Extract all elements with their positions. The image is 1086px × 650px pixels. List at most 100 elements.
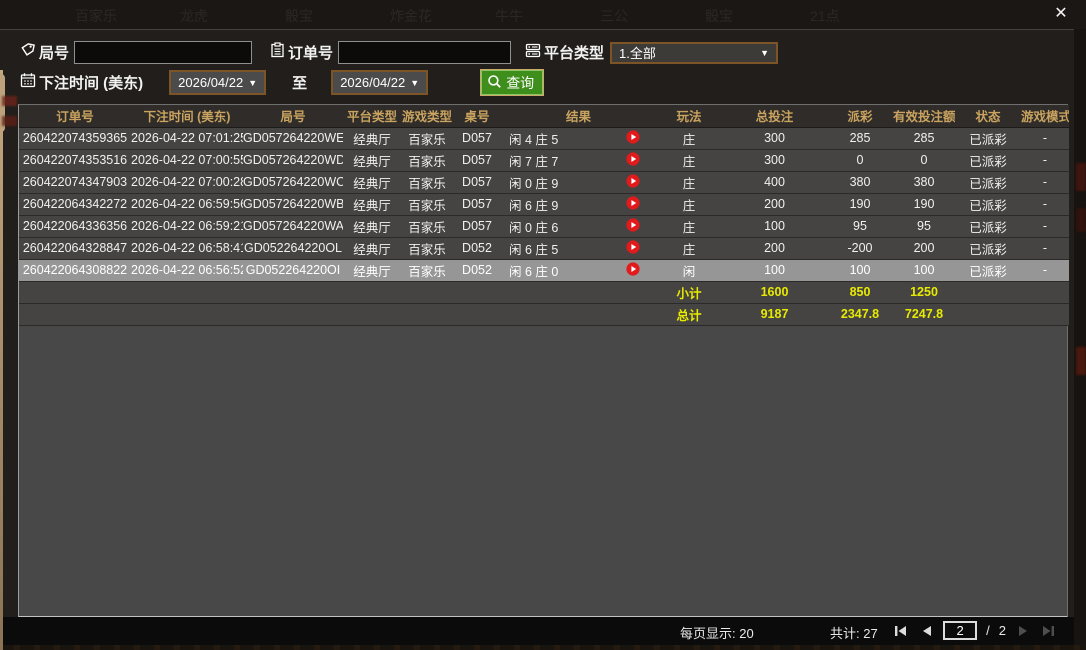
column-header: 桌号 (453, 105, 501, 127)
background-bottom-strip (0, 645, 1086, 650)
next-page-icon[interactable] (1015, 623, 1031, 639)
empty-cell (955, 281, 1069, 303)
column-header: 游戏类型 (401, 105, 453, 127)
replay-play-icon[interactable] (626, 262, 640, 279)
per-page-value: 20 (739, 626, 753, 641)
cell-game-type: 百家乐 (401, 193, 453, 215)
cell-game-type: 百家乐 (401, 237, 453, 259)
last-page-icon[interactable] (1040, 623, 1056, 639)
cell-play-type: 闲 (656, 259, 722, 281)
table-row[interactable]: 2604220743479032026-04-22 07:00:28GD0572… (19, 171, 1069, 193)
cell-bet-time: 2026-04-22 07:00:28 (131, 171, 243, 193)
result-text: 闲 0 庄 9 (509, 173, 558, 192)
cell-play-type: 庄 (656, 237, 722, 259)
cell-bet-time: 2026-04-22 07:00:55 (131, 149, 243, 171)
cell-game-mode: - (1021, 237, 1069, 259)
table-row[interactable]: 2604220643422722026-04-22 06:59:56GD0572… (19, 193, 1069, 215)
previous-page-icon[interactable] (918, 623, 934, 639)
cell-total-bet: 300 (722, 149, 827, 171)
table-row[interactable]: 2604220643363562026-04-22 06:59:21GD0572… (19, 215, 1069, 237)
first-page-icon[interactable] (893, 623, 909, 639)
subtotal-row: 小计16008501250 (19, 281, 1069, 303)
search-button-label: 查询 (506, 73, 534, 93)
cell-game-type: 百家乐 (401, 215, 453, 237)
background-window-bar: 百家乐龙虎骰宝炸金花牛牛三公骰宝21点 ✕ (0, 0, 1086, 29)
cell-order-number: 260422064308822 (19, 259, 131, 281)
tag-icon (20, 42, 36, 63)
replay-play-icon[interactable] (626, 196, 640, 213)
replay-play-icon[interactable] (626, 152, 640, 169)
total-count-value: 27 (863, 626, 877, 641)
cell-round-number: GD057264220WE (243, 127, 343, 149)
cell-game-type: 百家乐 (401, 171, 453, 193)
result-text: 闲 4 庄 5 (509, 129, 558, 148)
round-number-label: 局号 (39, 42, 69, 63)
background-tab: 三公 (600, 6, 628, 26)
cell-order-number: 260422074353516 (19, 149, 131, 171)
cell-round-number: GD057264220WA (243, 215, 343, 237)
cell-valid-bet: 95 (893, 215, 955, 237)
column-header: 总投注 (722, 105, 827, 127)
cell-table-number: D057 (453, 171, 501, 193)
cell-game-type: 百家乐 (401, 149, 453, 171)
round-number-input[interactable] (74, 41, 252, 64)
order-number-input[interactable] (338, 41, 511, 64)
replay-play-icon[interactable] (626, 130, 640, 147)
page-number-input[interactable] (943, 621, 977, 640)
cell-valid-bet: 380 (893, 171, 955, 193)
column-header: 派彩 (827, 105, 893, 127)
to-label: 至 (292, 72, 307, 93)
background-fragment-right (1076, 347, 1086, 375)
column-header: 订单号 (19, 105, 131, 127)
column-header: 游戏模式 (1021, 105, 1069, 127)
cell-order-number: 260422074347903 (19, 171, 131, 193)
cell-result: 闲 0 庄 6 (501, 215, 656, 237)
cell-order-number: 260422064328847 (19, 237, 131, 259)
search-icon (487, 74, 502, 92)
background-tab: 骰宝 (705, 6, 733, 26)
replay-play-icon[interactable] (626, 240, 640, 257)
cell-table-number: D052 (453, 237, 501, 259)
date-to-value: 2026/04/22 (340, 75, 405, 90)
grand-total-row-payout: 2347.8 (827, 303, 893, 325)
cell-game-mode: - (1021, 149, 1069, 171)
table-row[interactable]: 2604220743593652026-04-22 07:01:25GD0572… (19, 127, 1069, 149)
cell-payout: 380 (827, 171, 893, 193)
cell-payout: 95 (827, 215, 893, 237)
replay-play-icon[interactable] (626, 174, 640, 191)
cell-result: 闲 0 庄 9 (501, 171, 656, 193)
per-page-label: 每页显示: (680, 626, 736, 641)
bet-history-modal: 局号 订单号 平台类型 1.全部 ▼ (0, 29, 1074, 645)
cell-platform-type: 经典厅 (343, 215, 401, 237)
cell-payout: 100 (827, 259, 893, 281)
empty-cell (955, 303, 1069, 325)
search-button[interactable]: 查询 (480, 69, 544, 96)
date-from-select[interactable]: 2026/04/22 ▼ (169, 70, 266, 95)
replay-play-icon[interactable] (626, 218, 640, 235)
column-header: 有效投注额 (893, 105, 955, 127)
date-to-select[interactable]: 2026/04/22 ▼ (331, 70, 428, 95)
table-header-row: 订单号下注时间 (美东)局号平台类型游戏类型桌号结果玩法总投注派彩有效投注额状态… (19, 105, 1069, 127)
cell-bet-time: 2026-04-22 06:58:41 (131, 237, 243, 259)
table-row[interactable]: 2604220743535162026-04-22 07:00:55GD0572… (19, 149, 1069, 171)
cell-platform-type: 经典厅 (343, 127, 401, 149)
total-count-info: 共计: 27 (830, 623, 878, 642)
cell-bet-time: 2026-04-22 06:59:21 (131, 215, 243, 237)
background-tab: 21点 (810, 6, 840, 26)
cell-status: 已派彩 (955, 215, 1021, 237)
cell-round-number: GD057264220WD (243, 149, 343, 171)
result-text: 闲 6 庄 0 (509, 261, 558, 280)
table-row[interactable]: 2604220643088222026-04-22 06:56:52GD0522… (19, 259, 1069, 281)
platform-type-select[interactable]: 1.全部 ▼ (610, 42, 778, 64)
cell-round-number: GD052264220OI (243, 259, 343, 281)
cell-order-number: 260422064342272 (19, 193, 131, 215)
close-icon[interactable]: ✕ (1050, 3, 1072, 25)
subtotal-row-label: 小计 (656, 281, 722, 303)
cell-game-mode: - (1021, 215, 1069, 237)
cell-table-number: D057 (453, 127, 501, 149)
column-header: 局号 (243, 105, 343, 127)
cell-order-number: 260422064336356 (19, 215, 131, 237)
background-fragment-right (1076, 163, 1086, 191)
cell-status: 已派彩 (955, 149, 1021, 171)
table-row[interactable]: 2604220643288472026-04-22 06:58:41GD0522… (19, 237, 1069, 259)
